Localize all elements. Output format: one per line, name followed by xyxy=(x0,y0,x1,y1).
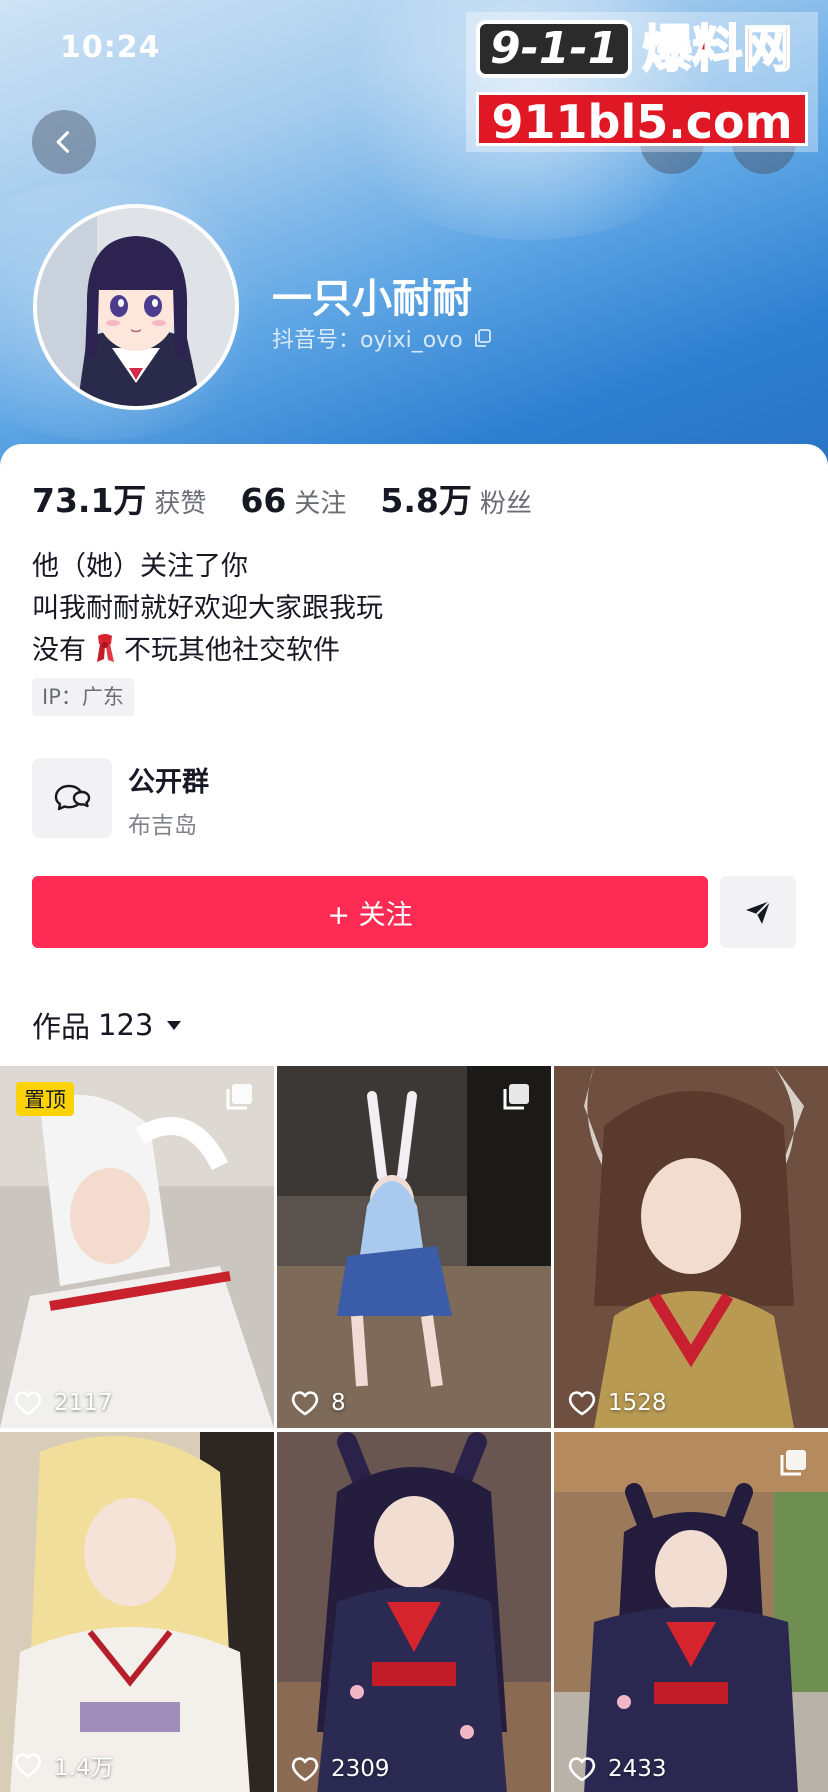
video-thumbnail[interactable]: 2309 xyxy=(277,1432,551,1792)
bio-line: 没有 不玩其他社交软件 xyxy=(32,628,340,667)
paper-plane-icon xyxy=(746,900,771,924)
video-likes: 2433 xyxy=(568,1756,667,1782)
video-thumbnail[interactable]: 8 xyxy=(277,1066,551,1428)
thumbnail-image xyxy=(0,1066,274,1428)
video-likes: 2309 xyxy=(291,1756,390,1782)
douyin-id: 抖音号：oyixi_ovo xyxy=(272,328,463,353)
thumbnail-image xyxy=(277,1066,551,1428)
group-subtitle: 布吉岛 xyxy=(128,813,197,839)
avatar-image xyxy=(37,208,235,406)
follow-button[interactable]: + 关注 xyxy=(32,876,708,948)
stat-label: 关注 xyxy=(294,489,347,519)
status-bar-time: 10:24 xyxy=(60,30,161,65)
douyin-id-row[interactable]: 抖音号：oyixi_ovo xyxy=(272,322,493,354)
heart-icon xyxy=(568,1757,596,1782)
pinned-badge: 置顶 xyxy=(16,1082,74,1116)
stat-label: 粉丝 xyxy=(479,489,532,519)
heart-icon xyxy=(14,1753,42,1778)
video-likes: 2117 xyxy=(14,1390,113,1416)
video-thumbnail[interactable]: 2433 xyxy=(554,1432,828,1792)
stat-value: 66 xyxy=(240,481,287,520)
chat-bubbles-icon xyxy=(54,784,91,811)
thumbnail-image xyxy=(554,1066,828,1428)
likes-count: 2433 xyxy=(608,1756,667,1782)
likes-count: 2117 xyxy=(54,1390,113,1416)
thumbnail-image xyxy=(277,1432,551,1792)
likes-count: 1.4万 xyxy=(54,1755,114,1781)
profile-stats: 73.1万 获赞 66 关注 5.8万 粉丝 xyxy=(32,474,566,522)
stat-value: 5.8万 xyxy=(380,481,472,520)
heart-icon xyxy=(291,1391,319,1416)
group-chat-button[interactable] xyxy=(32,758,112,838)
send-message-button[interactable] xyxy=(720,876,796,948)
follows-you-text: 他（她）关注了你 xyxy=(32,551,248,582)
video-likes: 8 xyxy=(291,1390,346,1416)
ip-location-tag: IP：广东 xyxy=(32,678,134,716)
multi-image-icon xyxy=(503,1084,529,1110)
group-title[interactable]: 公开群 xyxy=(128,760,209,799)
thumbnail-image xyxy=(0,1432,274,1792)
copy-icon[interactable] xyxy=(473,328,493,348)
video-thumbnail[interactable]: 1528 xyxy=(554,1066,828,1428)
heart-icon xyxy=(568,1391,596,1416)
chevron-left-icon xyxy=(56,131,70,153)
red-scarf-emoji-icon xyxy=(97,633,114,662)
stat-label: 获赞 xyxy=(154,489,207,519)
bio-line: 叫我耐耐就好欢迎大家跟我玩 xyxy=(32,593,383,624)
video-likes: 1.4万 xyxy=(14,1748,114,1782)
stat-following[interactable]: 66 关注 xyxy=(240,481,346,520)
video-thumbnail[interactable]: 置顶 2117 xyxy=(0,1066,274,1428)
works-label: 作品 xyxy=(32,1010,91,1044)
likes-count: 2309 xyxy=(331,1756,390,1782)
likes-count: 1528 xyxy=(608,1390,667,1416)
bio-text: 没有 xyxy=(32,635,86,666)
stat-followers[interactable]: 5.8万 粉丝 xyxy=(380,474,531,522)
avatar[interactable] xyxy=(33,204,239,410)
heart-icon xyxy=(14,1391,42,1416)
caret-down-icon xyxy=(167,1021,182,1030)
thumbnail-image xyxy=(554,1432,828,1792)
bio-text: 不玩其他社交软件 xyxy=(124,635,340,666)
watermark-url: 911bl5.com xyxy=(476,92,808,149)
profile-username: 一只小耐耐 xyxy=(272,276,472,322)
stat-value: 73.1万 xyxy=(32,481,147,520)
works-tab[interactable]: 作品 123 xyxy=(32,1004,183,1046)
multi-image-icon xyxy=(780,1450,806,1476)
works-count: 123 xyxy=(98,1008,154,1042)
back-button[interactable] xyxy=(32,110,96,174)
video-likes: 1528 xyxy=(568,1390,667,1416)
watermark-title: 爆料网 xyxy=(641,19,793,79)
likes-count: 8 xyxy=(331,1390,346,1416)
video-thumbnail[interactable]: 1.4万 xyxy=(0,1432,274,1792)
watermark-logo: 9-1-1 爆料网 911bl5.com xyxy=(466,12,818,152)
stat-likes[interactable]: 73.1万 获赞 xyxy=(32,474,206,522)
watermark-badge: 9-1-1 xyxy=(476,20,633,78)
heart-icon xyxy=(291,1757,319,1782)
multi-image-icon xyxy=(226,1084,252,1110)
